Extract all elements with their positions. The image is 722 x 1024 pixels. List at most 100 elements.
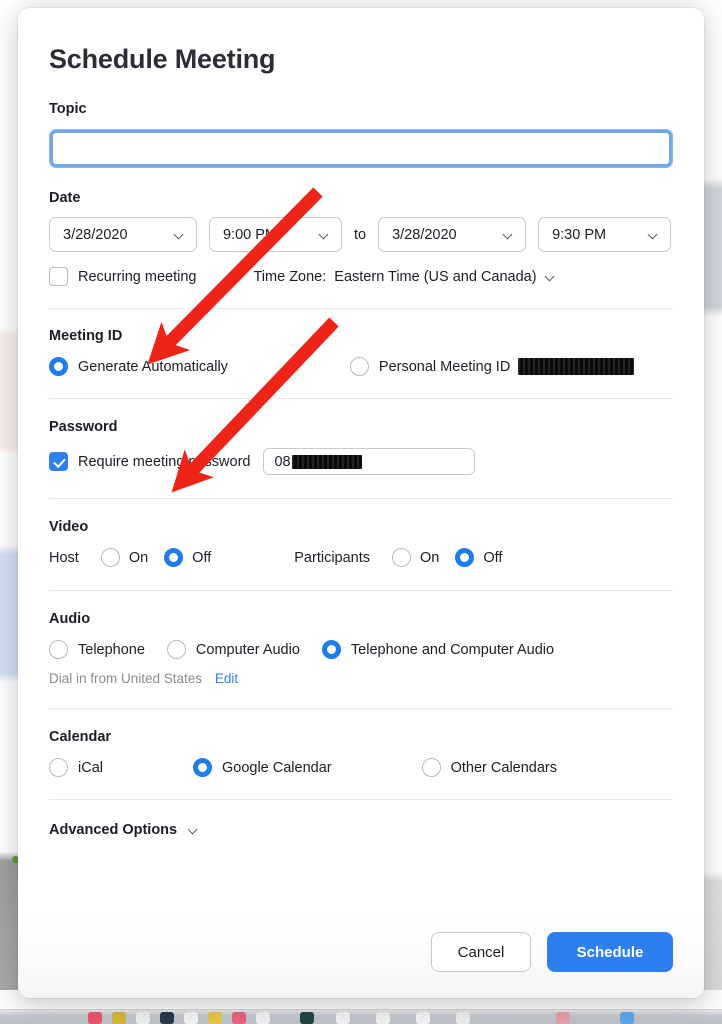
dock-icon[interactable]	[376, 1012, 390, 1024]
personal-meeting-id-redaction	[518, 358, 635, 375]
schedule-meeting-dialog: Schedule Meeting Topic Date 3/28/2020 9:…	[18, 8, 704, 998]
video-host-off-radio[interactable]	[164, 548, 184, 567]
cancel-button[interactable]: Cancel	[431, 932, 531, 972]
dock-icon[interactable]	[160, 1012, 174, 1024]
generate-automatically-radio[interactable]	[49, 357, 68, 376]
calendar-other-label: Other Calendars	[450, 759, 558, 776]
start-time-select[interactable]: 9:00 PM	[209, 217, 342, 252]
dock-icon[interactable]	[136, 1012, 150, 1024]
schedule-button[interactable]: Schedule	[547, 932, 673, 972]
video-label: Video	[49, 519, 89, 535]
dock-icon[interactable]	[112, 1012, 126, 1024]
calendar-ical-radio[interactable]	[49, 758, 68, 777]
recurring-meeting-checkbox[interactable]	[49, 267, 68, 286]
video-host-label: Host	[49, 549, 79, 566]
calendar-other-option[interactable]: Other Calendars	[421, 758, 558, 777]
divider	[49, 398, 673, 399]
chevron-down-icon	[189, 825, 199, 835]
calendar-other-radio[interactable]	[421, 758, 441, 777]
require-password-label: Require meeting password	[78, 453, 251, 470]
audio-computer-option[interactable]: Computer Audio	[166, 640, 300, 659]
calendar-options-row: iCal Google Calendar Other Calendars	[49, 758, 673, 777]
topic-label: Topic	[49, 101, 87, 117]
personal-meeting-id-label: Personal Meeting ID	[378, 358, 511, 375]
video-participants-label: Participants	[294, 549, 371, 566]
topic-input[interactable]	[49, 129, 673, 168]
dock-icon[interactable]	[232, 1012, 246, 1024]
calendar-ical-label: iCal	[78, 759, 103, 776]
date-section: Date 3/28/2020 9:00 PM to 3/28/2020 9:30…	[18, 190, 704, 286]
dock-icon[interactable]	[88, 1012, 102, 1024]
audio-section: Audio Telephone Computer Audio Telephone…	[18, 611, 704, 686]
calendar-ical-option[interactable]: iCal	[49, 758, 103, 777]
video-options-row: Host On Off Participants On Off	[49, 548, 673, 567]
advanced-options-toggle[interactable]: Advanced Options	[18, 822, 704, 838]
meeting-id-section: Meeting ID Generate Automatically Person…	[18, 328, 704, 376]
video-participants-on-radio[interactable]	[392, 548, 412, 567]
dock-icon[interactable]	[416, 1012, 430, 1024]
password-visible-prefix: 08	[274, 453, 291, 470]
dialog-body: Schedule Meeting Topic Date 3/28/2020 9:…	[18, 8, 704, 998]
video-host-on-radio[interactable]	[100, 548, 120, 567]
to-label: to	[354, 226, 367, 243]
dock-icon[interactable]	[456, 1012, 470, 1024]
password-options-row: Require meeting password 08	[49, 448, 673, 475]
audio-both-label: Telephone and Computer Audio	[350, 641, 555, 658]
date-time-row: 3/28/2020 9:00 PM to 3/28/2020 9:30 PM	[49, 217, 673, 252]
password-redaction	[291, 454, 362, 469]
generate-automatically-option[interactable]: Generate Automatically	[49, 357, 228, 376]
dock-icon[interactable]	[336, 1012, 350, 1024]
date-label: Date	[49, 190, 81, 206]
background-window-right-edge	[704, 0, 722, 990]
video-participants-off-option[interactable]: Off	[455, 548, 502, 567]
chevron-down-icon	[546, 272, 556, 282]
video-host-off-option[interactable]: Off	[164, 548, 211, 567]
start-date-select[interactable]: 3/28/2020	[49, 217, 197, 252]
audio-telephone-label: Telephone	[78, 641, 145, 658]
divider	[49, 308, 673, 309]
dock-icon[interactable]	[256, 1012, 270, 1024]
audio-telephone-radio[interactable]	[49, 640, 68, 659]
dock-icon[interactable]	[208, 1012, 222, 1024]
video-participants-off-label: Off	[483, 549, 503, 566]
password-label: Password	[49, 419, 118, 435]
video-host-on-option[interactable]: On	[100, 548, 148, 567]
chevron-down-icon	[175, 230, 185, 240]
calendar-google-radio[interactable]	[192, 758, 212, 777]
audio-both-option[interactable]: Telephone and Computer Audio	[321, 640, 555, 659]
password-section: Password Require meeting password 08	[18, 419, 704, 475]
require-password-option[interactable]: Require meeting password	[49, 452, 250, 471]
dock-icon[interactable]	[556, 1012, 570, 1024]
audio-computer-radio[interactable]	[166, 640, 186, 659]
audio-telephone-option[interactable]: Telephone	[49, 640, 145, 659]
audio-both-radio[interactable]	[321, 640, 341, 659]
dock-icon[interactable]	[620, 1012, 634, 1024]
end-date-select[interactable]: 3/28/2020	[378, 217, 527, 252]
video-participants-on-label: On	[420, 549, 440, 566]
dock-icon[interactable]	[184, 1012, 198, 1024]
dock-icon[interactable]	[300, 1012, 314, 1024]
calendar-google-label: Google Calendar	[221, 759, 332, 776]
timezone-select[interactable]: Time Zone: Eastern Time (US and Canada)	[253, 269, 555, 285]
calendar-google-option[interactable]: Google Calendar	[192, 758, 332, 777]
end-time-select[interactable]: 9:30 PM	[538, 217, 672, 252]
password-input[interactable]: 08	[263, 448, 476, 475]
end-date-value: 3/28/2020	[392, 226, 457, 243]
end-time-value: 9:30 PM	[552, 226, 607, 243]
personal-meeting-id-option[interactable]: Personal Meeting ID	[349, 357, 635, 376]
divider	[49, 799, 673, 800]
require-password-checkbox[interactable]	[49, 452, 68, 471]
page-title: Schedule Meeting	[49, 44, 276, 74]
audio-options-row: Telephone Computer Audio Telephone and C…	[49, 640, 673, 659]
audio-computer-label: Computer Audio	[195, 641, 300, 658]
dial-in-edit-link[interactable]: Edit	[215, 671, 238, 686]
recurring-timezone-row: Recurring meeting Time Zone: Eastern Tim…	[49, 267, 673, 286]
start-date-value: 3/28/2020	[63, 226, 128, 243]
personal-meeting-id-radio[interactable]	[349, 357, 369, 376]
video-participants-off-radio[interactable]	[455, 548, 475, 567]
video-participants-on-option[interactable]: On	[392, 548, 439, 567]
chevron-down-icon	[504, 230, 514, 240]
timezone-value: Eastern Time (US and Canada)	[334, 268, 537, 285]
audio-label: Audio	[49, 611, 91, 627]
macos-dock[interactable]	[0, 1009, 722, 1024]
